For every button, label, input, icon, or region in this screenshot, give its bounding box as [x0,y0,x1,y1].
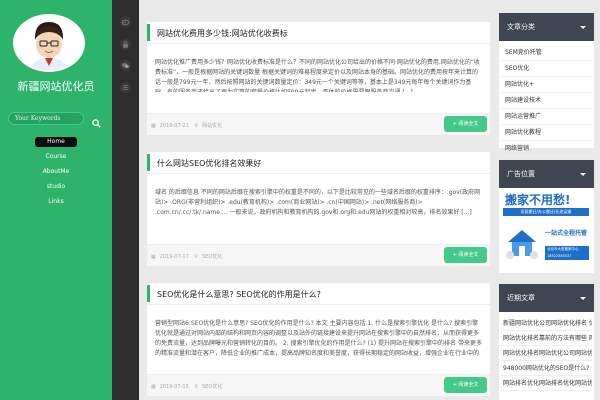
post-title[interactable]: 什么网站SEO优化排名效果好 [157,158,261,169]
location-icon: ⚲ [194,384,199,390]
post-card: 什么网站SEO优化排名效果好 域名 的后缀信息 不同的网站后缀在搜索引擎中的权重… [147,152,490,266]
category-item[interactable]: 网站运营推广 [501,109,592,125]
recent-post-item[interactable]: 网站优化排名靠前的方法有哪些 网站优化 [501,331,592,346]
calendar-icon: ▦ [151,123,156,129]
read-more-button[interactable]: + 阅读全文 [444,116,487,132]
nav-item-links[interactable]: Links [35,197,77,207]
ad-badge: 一站式全程托管 [545,230,588,237]
category-list: SEM竞价托管 SEO优化 网站优化+ 网站建设技术 网站运营推广 网站优化教程… [499,41,594,157]
widget-title: 文章分类 [507,23,535,31]
nav-item-course[interactable]: Course [35,152,77,162]
calendar-icon: ▦ [151,384,156,390]
post-date: 2019-07-17 [159,254,189,260]
post-header: 网站优化费用多少钱:网站优化收费标 [147,22,490,44]
post-card: SEO优化是什么意思? SEO优化的作用是什么? 营销型网站6:SEO优化是什么… [147,283,490,396]
post-meta: ▦ 2019-07-17 ⚲ SEO优化 [151,253,222,260]
post-date: 2019-07-15 [159,384,189,390]
widget-header[interactable]: 文章分类 [499,13,594,41]
avatar-cartoon-image [15,16,83,70]
moving-service-ad[interactable]: 搬家不用愁! 家庭搬迁/办公搬迁/长途运输 一站式全程托管 北京市大型搬家中心 … [499,188,594,273]
widget-title: 近期文章 [507,294,535,302]
ad-widget: 广告位置 搬家不用愁! 家庭搬迁/办公搬迁/长途运输 一站式全程托管 北京市大型… [499,160,594,273]
caret-down-icon[interactable] [580,173,586,176]
post-title[interactable]: SEO优化是什么意思? SEO优化的作用是什么? [157,289,321,300]
house-icon [506,230,538,259]
category-item[interactable]: SEM竞价托管 [501,45,592,61]
main-nav: Home Course AboutMe studio Links [0,137,112,212]
ad-subline: 家庭搬迁/办公搬迁/长途运输 [503,208,589,216]
recent-post-item[interactable]: 网站优化排名网站优化公司网站优化排名 [501,346,592,361]
search-input[interactable] [8,112,84,125]
wechat-icon[interactable] [120,60,131,71]
post-excerpt: 营销型网站6:SEO优化是什么意思? SEO优化的作用是什么? 本文 主要内容包… [155,320,482,357]
social-icon-strip [112,0,139,400]
site-title[interactable]: 新疆网站优化员 [0,78,112,94]
post-title[interactable]: 网站优化费用多少钱:网站优化收费标 [157,28,288,39]
search-icon[interactable] [92,113,101,128]
nav-item-aboutme[interactable]: AboutMe [35,167,77,177]
nav-item-home[interactable]: Home [35,137,77,147]
category-item[interactable]: SEO优化 [501,61,592,77]
post-footer: ▦ 2019-07-21 ⚲ 网站优化 + 阅读全文 [147,113,490,135]
read-more-button[interactable]: + 阅读全文 [444,377,487,393]
location-icon: ⚲ [194,123,199,129]
categories-widget: 文章分类 SEM竞价托管 SEO优化 网站优化+ 网站建设技术 网站运营推广 网… [499,13,594,157]
post-header: 什么网站SEO优化排名效果好 [147,152,490,174]
ad-phone: 18522585537 [547,254,572,258]
post-date: 2019-07-21 [159,123,189,129]
left-sidebar: 新疆网站优化员 Home Course AboutMe studio Links [0,0,112,400]
nav-item-studio[interactable]: studio [35,182,77,192]
post-category[interactable]: SEO优化 [202,384,222,390]
caret-down-icon[interactable] [580,297,586,300]
post-footer: ▦ 2019-07-15 ⚲ SEO优化 + 阅读全文 [147,374,490,396]
recent-posts-widget: 近期文章 新疆网站优化公司网站优化排名 优化公司怎么样 网站优化排名靠前的方法有… [499,284,594,400]
menu-icon[interactable] [120,82,131,93]
recent-post-list: 新疆网站优化公司网站优化排名 优化公司怎么样 网站优化排名靠前的方法有哪些 网站… [499,312,594,391]
recent-post-item[interactable]: 新疆网站优化公司网站优化排名 优化公司怎么样 [501,316,592,331]
weibo-icon[interactable] [120,16,131,27]
category-item[interactable]: 网络营销 [501,141,592,157]
title-accent-bar [147,154,150,171]
avatar[interactable] [13,14,85,72]
post-excerpt: 域名 的后缀信息 不同的网站后缀在搜索引擎中的权重是不同的，以下是比较常见的一些… [155,189,481,216]
ad-headline: 搬家不用愁! [505,193,571,207]
category-item[interactable]: 网站建设技术 [501,93,592,109]
post-category[interactable]: 网站优化 [202,123,222,129]
post-excerpt: 网站优化推广费用多少钱？网站优化收费标准是什么？不同的网站优化公司给出的价格不同… [155,59,480,92]
widget-header[interactable]: 近期文章 [499,284,594,312]
recent-post-item[interactable]: 网站排名优化网站排名优化网站优化方法 [501,376,592,391]
widget-header[interactable]: 广告位置 [499,160,594,188]
read-more-button[interactable]: + 阅读全文 [444,247,487,263]
post-meta: ▦ 2019-07-21 ⚲ 网站优化 [151,122,222,129]
caret-down-icon[interactable] [580,26,586,29]
post-meta: ▦ 2019-07-15 ⚲ SEO优化 [151,383,222,390]
ad-company: 北京市大型搬家中心 [547,247,579,251]
post-category[interactable]: SEO优化 [202,254,222,260]
post-header: SEO优化是什么意思? SEO优化的作用是什么? [147,283,490,305]
calendar-icon: ▦ [151,254,156,260]
ad-contact: 北京市大型搬家中心 18522585537 [545,246,589,260]
category-item[interactable]: 网站优化+ [501,77,592,93]
recent-post-item[interactable]: 948000网站优化的SEO是什么? SEO优化 [501,361,592,376]
post-footer: ▦ 2019-07-17 ⚲ SEO优化 + 阅读全文 [147,244,490,266]
widget-title: 广告位置 [507,170,535,178]
category-item[interactable]: 网站优化教程 [501,125,592,141]
title-accent-bar [147,24,150,41]
title-accent-bar [147,285,150,302]
post-card: 网站优化费用多少钱:网站优化收费标 网站优化推广费用多少钱？网站优化收费标准是什… [147,22,490,135]
lock-icon[interactable] [120,39,131,50]
location-icon: ⚲ [194,254,199,260]
